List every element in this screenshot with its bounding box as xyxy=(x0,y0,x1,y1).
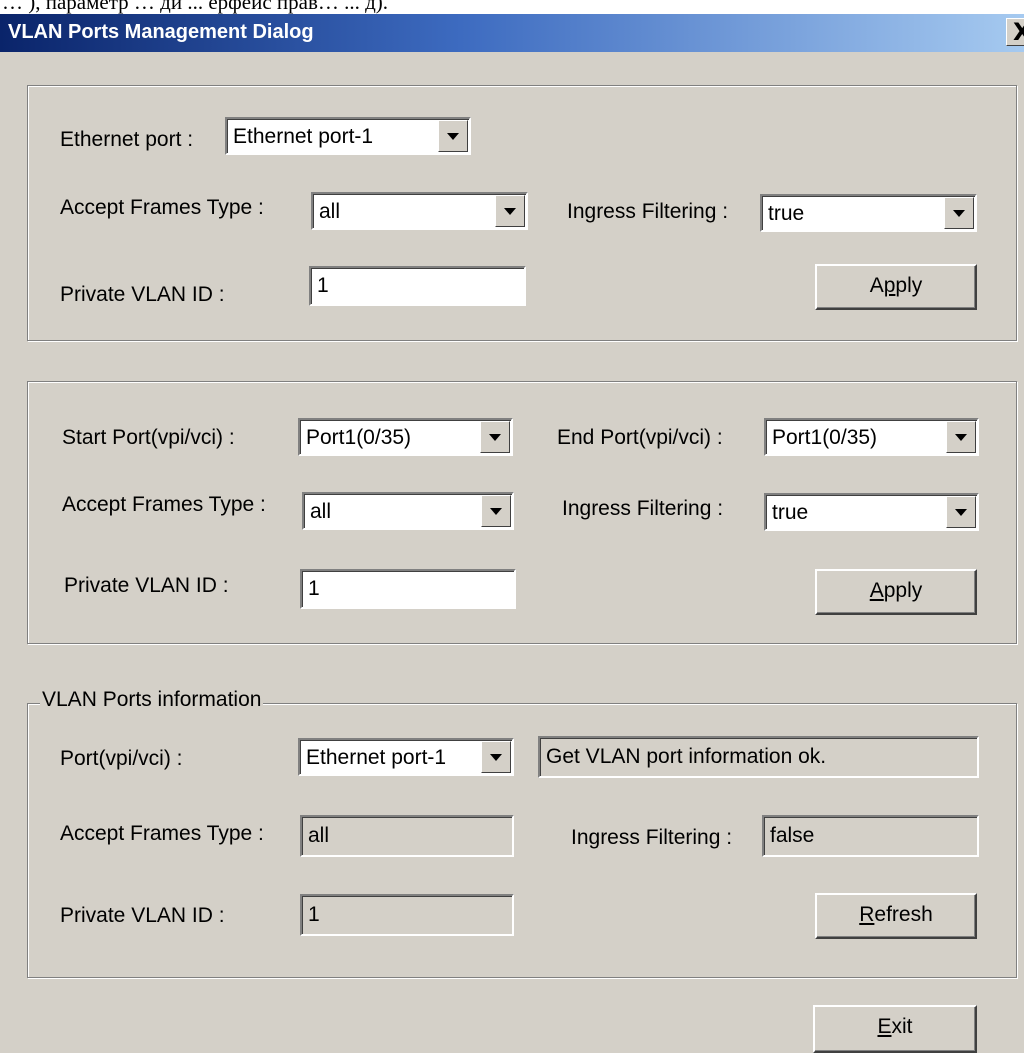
exit-label-part: xit xyxy=(891,1015,913,1038)
accept-frames-label: Accept Frames Type : xyxy=(62,493,266,516)
accept-frames-label: Accept Frames Type : xyxy=(60,822,264,845)
chevron-down-icon[interactable] xyxy=(944,197,974,229)
accept-frames-select[interactable]: all xyxy=(302,492,514,530)
accept-frames-readonly xyxy=(300,815,514,857)
end-port-label: End Port(vpi/vci) : xyxy=(557,426,723,449)
port-value: Ethernet port-1 xyxy=(306,746,447,769)
apply-button-port-range[interactable]: Apply xyxy=(815,569,977,615)
top-caption-strip: … ), параметр … ди ... ерфейс прав… ... … xyxy=(0,0,1024,14)
window-title: VLAN Ports Management Dialog xyxy=(8,21,314,43)
apply-label-part: pply xyxy=(883,579,923,602)
private-vlan-id-label: Private VLAN ID : xyxy=(64,574,229,597)
accept-frames-value: all xyxy=(310,500,332,523)
accept-frames-label: Accept Frames Type : xyxy=(60,196,264,219)
private-vlan-id-input[interactable] xyxy=(309,266,526,306)
start-port-select[interactable]: Port1(0/35) xyxy=(298,418,513,456)
chevron-down-icon[interactable] xyxy=(481,741,511,773)
close-icon: X xyxy=(1013,19,1024,45)
ethernet-port-label: Ethernet port : xyxy=(60,128,194,151)
port-select[interactable]: Ethernet port-1 xyxy=(298,738,514,776)
chevron-down-icon[interactable] xyxy=(946,496,976,528)
status-field xyxy=(538,736,979,778)
chevron-down-icon[interactable] xyxy=(495,195,525,227)
vlan-ports-information-legend: VLAN Ports information xyxy=(40,688,264,712)
ingress-filtering-value: true xyxy=(772,501,809,524)
refresh-label-hotkey: R xyxy=(859,903,875,926)
start-port-value: Port1(0/35) xyxy=(306,426,412,449)
ingress-filtering-readonly xyxy=(762,815,979,857)
accept-frames-value: all xyxy=(319,200,341,223)
chevron-down-icon[interactable] xyxy=(438,120,468,152)
end-port-value: Port1(0/35) xyxy=(772,426,878,449)
private-vlan-id-input[interactable] xyxy=(300,569,516,609)
title-bar: VLAN Ports Management Dialog xyxy=(0,14,1024,52)
private-vlan-id-label: Private VLAN ID : xyxy=(60,904,225,927)
private-vlan-id-readonly xyxy=(300,894,514,936)
apply-label-part: ply xyxy=(895,274,923,297)
ingress-filtering-label: Ingress Filtering : xyxy=(562,497,724,520)
top-caption-text: … ), параметр … ди ... ерфейс прав… ... … xyxy=(2,0,389,14)
exit-label-hotkey: E xyxy=(877,1015,892,1038)
refresh-button[interactable]: Refresh xyxy=(815,893,977,939)
chevron-down-icon[interactable] xyxy=(481,495,511,527)
ethernet-port-select[interactable]: Ethernet port-1 xyxy=(225,117,471,155)
exit-button[interactable]: Exit xyxy=(813,1005,977,1053)
end-port-select[interactable]: Port1(0/35) xyxy=(764,418,979,456)
apply-label-part: A xyxy=(869,274,884,297)
ingress-filtering-label: Ingress Filtering : xyxy=(571,826,733,849)
port-label: Port(vpi/vci) : xyxy=(60,747,183,770)
ingress-filtering-select[interactable]: true xyxy=(760,194,977,232)
apply-label-hotkey: A xyxy=(869,579,884,602)
apply-label-hotkey: p xyxy=(883,274,896,297)
start-port-label: Start Port(vpi/vci) : xyxy=(62,426,235,449)
private-vlan-id-label: Private VLAN ID : xyxy=(60,283,225,306)
ingress-filtering-label: Ingress Filtering : xyxy=(567,200,729,223)
ingress-filtering-value: true xyxy=(768,202,805,225)
ethernet-port-value: Ethernet port-1 xyxy=(233,125,374,148)
chevron-down-icon[interactable] xyxy=(946,421,976,453)
ingress-filtering-select[interactable]: true xyxy=(764,493,979,531)
chevron-down-icon[interactable] xyxy=(480,421,510,453)
accept-frames-select[interactable]: all xyxy=(311,192,528,230)
close-button[interactable]: X xyxy=(1006,18,1024,46)
refresh-label-part: efresh xyxy=(874,903,933,926)
apply-button-ethernet[interactable]: Apply xyxy=(815,264,977,310)
